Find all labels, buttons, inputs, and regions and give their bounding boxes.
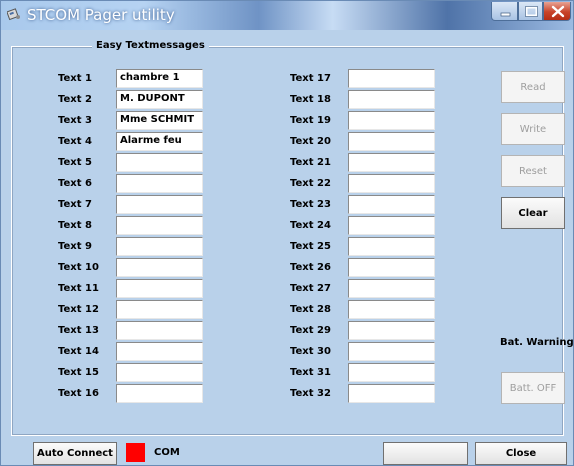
text-label-31: Text 31 xyxy=(290,367,331,378)
text-label-4: Text 4 xyxy=(58,136,92,147)
text-field-25[interactable] xyxy=(348,237,435,256)
blank-button[interactable] xyxy=(383,442,468,465)
pager-app-icon[interactable] xyxy=(6,7,21,21)
maximize-button[interactable] xyxy=(518,2,543,21)
text-field-18[interactable] xyxy=(348,90,435,109)
title-bar[interactable]: STCOM Pager utility xyxy=(1,1,573,30)
com-label: COM xyxy=(154,447,180,458)
close-icon xyxy=(551,5,565,18)
text-label-25: Text 25 xyxy=(290,241,331,252)
text-label-11: Text 11 xyxy=(58,283,99,294)
text-label-28: Text 28 xyxy=(290,304,331,315)
text-label-30: Text 30 xyxy=(290,346,331,357)
text-label-6: Text 6 xyxy=(58,178,92,189)
text-field-30[interactable] xyxy=(348,342,435,361)
text-label-20: Text 20 xyxy=(290,136,331,147)
text-label-1: Text 1 xyxy=(58,73,92,84)
text-field-17[interactable] xyxy=(348,69,435,88)
text-label-7: Text 7 xyxy=(58,199,92,210)
text-label-14: Text 14 xyxy=(58,346,99,357)
window-title: STCOM Pager utility xyxy=(27,6,175,24)
group-title: Easy Textmessages xyxy=(92,40,209,51)
text-field-24[interactable] xyxy=(348,216,435,235)
maximize-icon xyxy=(525,6,538,17)
text-label-9: Text 9 xyxy=(58,241,92,252)
text-field-15[interactable] xyxy=(116,363,203,382)
text-field-12[interactable] xyxy=(116,300,203,319)
text-field-11[interactable] xyxy=(116,279,203,298)
close-dialog-button[interactable]: Close xyxy=(475,442,567,465)
text-field-4[interactable]: Alarme feu xyxy=(116,132,203,151)
text-field-32[interactable] xyxy=(348,384,435,403)
text-label-29: Text 29 xyxy=(290,325,331,336)
read-button[interactable]: Read xyxy=(501,71,565,103)
text-field-13[interactable] xyxy=(116,321,203,340)
text-label-16: Text 16 xyxy=(58,388,99,399)
text-label-8: Text 8 xyxy=(58,220,92,231)
text-label-3: Text 3 xyxy=(58,115,92,126)
text-field-22[interactable] xyxy=(348,174,435,193)
reset-button[interactable]: Reset xyxy=(501,155,565,187)
text-field-1[interactable]: chambre 1 xyxy=(116,69,203,88)
text-label-18: Text 18 xyxy=(290,94,331,105)
text-field-16[interactable] xyxy=(116,384,203,403)
text-field-29[interactable] xyxy=(348,321,435,340)
text-label-17: Text 17 xyxy=(290,73,331,84)
auto-connect-button[interactable]: Auto Connect xyxy=(33,442,117,465)
text-field-6[interactable] xyxy=(116,174,203,193)
text-label-12: Text 12 xyxy=(58,304,99,315)
text-field-8[interactable] xyxy=(116,216,203,235)
text-label-21: Text 21 xyxy=(290,157,331,168)
minimize-icon xyxy=(500,12,511,17)
text-field-14[interactable] xyxy=(116,342,203,361)
text-field-27[interactable] xyxy=(348,279,435,298)
text-field-2[interactable]: M. DUPONT xyxy=(116,90,203,109)
text-label-23: Text 23 xyxy=(290,199,331,210)
text-field-19[interactable] xyxy=(348,111,435,130)
text-field-26[interactable] xyxy=(348,258,435,277)
text-field-20[interactable] xyxy=(348,132,435,151)
text-label-10: Text 10 xyxy=(58,262,99,273)
client-area: Easy Textmessages Text 1 chambre 1 Text … xyxy=(9,31,573,465)
main-window: STCOM Pager utility Easy Textmessages Te… xyxy=(0,0,574,466)
text-label-2: Text 2 xyxy=(58,94,92,105)
text-field-23[interactable] xyxy=(348,195,435,214)
battery-warning-label: Bat. Warning xyxy=(500,337,574,348)
minimize-button[interactable] xyxy=(491,2,518,21)
write-button[interactable]: Write xyxy=(501,113,565,145)
text-label-15: Text 15 xyxy=(58,367,99,378)
text-field-31[interactable] xyxy=(348,363,435,382)
text-label-24: Text 24 xyxy=(290,220,331,231)
text-label-32: Text 32 xyxy=(290,388,331,399)
text-field-9[interactable] xyxy=(116,237,203,256)
text-field-5[interactable] xyxy=(116,153,203,172)
text-label-19: Text 19 xyxy=(290,115,331,126)
text-label-26: Text 26 xyxy=(290,262,331,273)
text-field-21[interactable] xyxy=(348,153,435,172)
text-label-13: Text 13 xyxy=(58,325,99,336)
text-label-22: Text 22 xyxy=(290,178,331,189)
text-label-27: Text 27 xyxy=(290,283,331,294)
batt-off-button[interactable]: Batt. OFF xyxy=(501,372,565,404)
text-label-5: Text 5 xyxy=(58,157,92,168)
com-status-indicator xyxy=(126,443,145,462)
text-field-3[interactable]: Mme SCHMIT xyxy=(116,111,203,130)
text-field-28[interactable] xyxy=(348,300,435,319)
text-field-10[interactable] xyxy=(116,258,203,277)
clear-button[interactable]: Clear xyxy=(501,197,565,229)
close-button[interactable] xyxy=(543,2,571,21)
text-field-7[interactable] xyxy=(116,195,203,214)
